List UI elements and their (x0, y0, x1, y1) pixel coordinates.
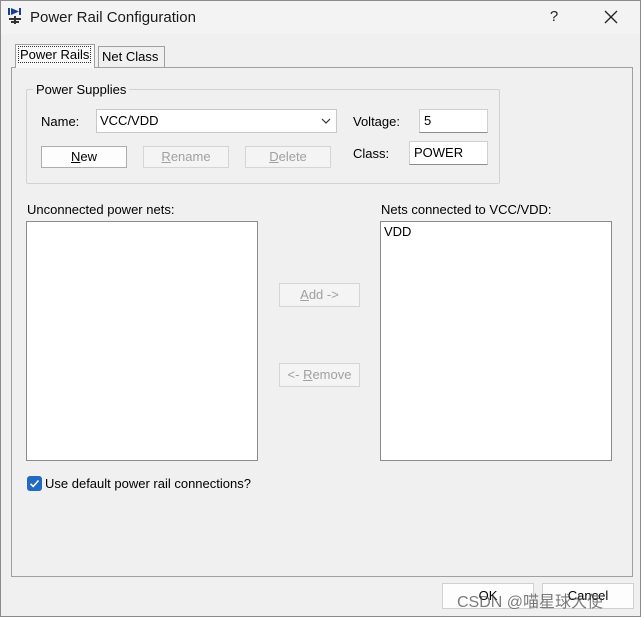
power-rail-configuration-dialog: Power Rail Configuration ? Power Rails N… (0, 0, 641, 617)
default-connections-checkbox[interactable] (27, 476, 42, 491)
new-button-rest: ew (80, 149, 97, 164)
delete-button[interactable]: Delete (245, 146, 331, 168)
tab-net-class[interactable]: Net Class (98, 46, 165, 68)
tab-power-rails[interactable]: Power Rails (15, 44, 95, 68)
unconnected-nets-list[interactable] (26, 221, 258, 461)
voltage-label: Voltage: (353, 114, 400, 129)
name-label: Name: (41, 114, 80, 129)
close-button[interactable] (595, 4, 627, 30)
default-connections-label[interactable]: Use default power rail connections? (45, 476, 251, 491)
new-button-mnemonic: N (70, 149, 81, 164)
delete-button-rest: elete (278, 149, 307, 164)
new-button[interactable]: New (41, 146, 127, 168)
power-rail-icon (8, 8, 21, 24)
connected-nets-list[interactable]: VDD (380, 221, 612, 461)
tab-power-rails-label: Power Rails (17, 46, 92, 63)
voltage-input[interactable]: 5 (419, 109, 488, 133)
class-label: Class: (353, 146, 390, 161)
remove-button-rest: emove (312, 367, 352, 382)
checkmark-icon (29, 479, 40, 488)
class-input[interactable]: POWER (409, 141, 488, 165)
window-title: Power Rail Configuration (30, 9, 196, 26)
add-button[interactable]: Add -> (279, 283, 360, 307)
remove-button[interactable]: <- Remove (279, 363, 360, 387)
connected-nets-label: Nets connected to VCC/VDD: (381, 202, 552, 217)
ok-button[interactable]: OK (442, 583, 534, 609)
name-dropdown-value: VCC/VDD (100, 113, 159, 128)
remove-button-prefix: <- (287, 367, 304, 382)
power-supplies-group-label: Power Supplies (33, 82, 130, 97)
add-button-rest: dd -> (308, 287, 339, 302)
list-item[interactable]: VDD (381, 222, 611, 242)
power-supplies-group (26, 89, 500, 184)
unconnected-nets-label: Unconnected power nets: (27, 202, 175, 217)
rename-button-mnemonic: R (161, 149, 171, 164)
rename-button-rest: ename (170, 149, 211, 164)
close-icon (604, 10, 618, 24)
name-dropdown[interactable]: VCC/VDD (96, 109, 337, 133)
title-bar: Power Rail Configuration ? (1, 1, 640, 34)
rename-button[interactable]: Rename (143, 146, 229, 168)
add-button-mnemonic: A (300, 287, 309, 302)
delete-button-mnemonic: D (269, 149, 279, 164)
cancel-button[interactable]: Cancel (542, 583, 634, 609)
tab-net-class-label: Net Class (102, 49, 159, 64)
chevron-down-icon (321, 118, 331, 124)
help-button[interactable]: ? (539, 4, 569, 30)
